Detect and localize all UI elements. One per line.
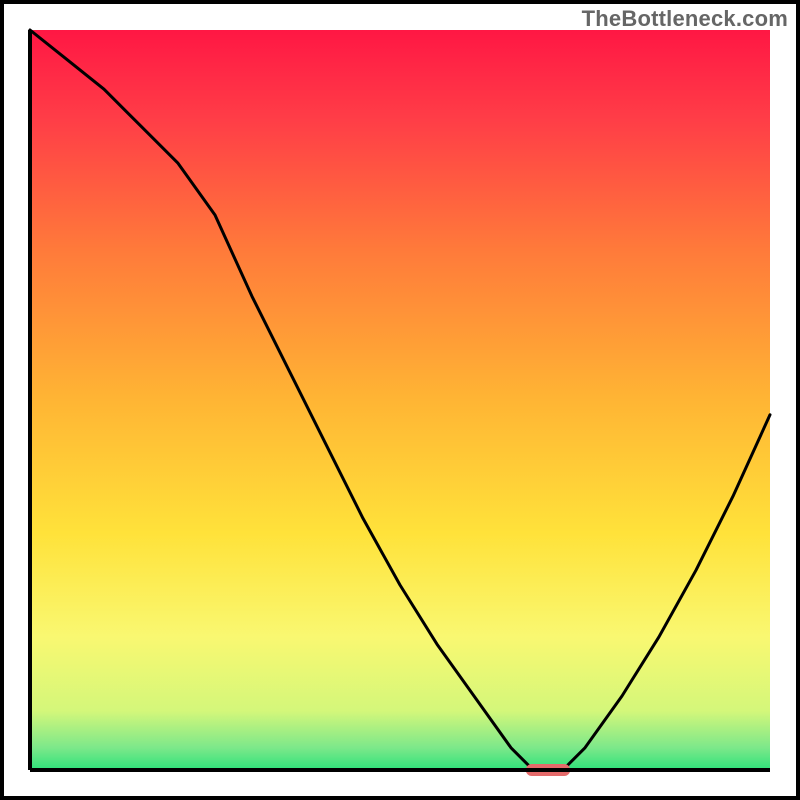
bottleneck-chart: TheBottleneck.com	[0, 0, 800, 800]
watermark-label: TheBottleneck.com	[582, 6, 788, 32]
chart-canvas	[0, 0, 800, 800]
plot-background	[30, 30, 770, 770]
